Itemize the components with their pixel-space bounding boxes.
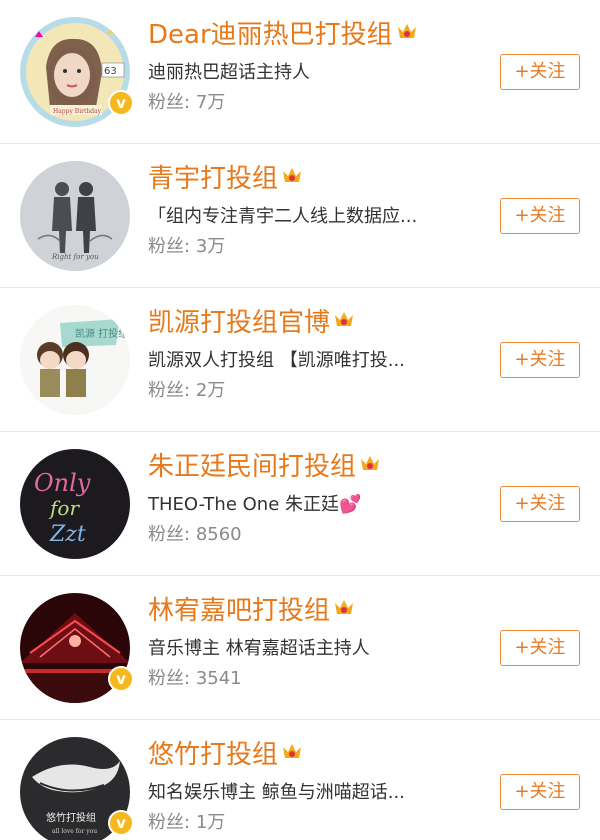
list-item[interactable]: Right for you 青宇打投组 「组内专注青宇二人线上数据应... 粉丝… [0, 144, 600, 288]
avatar-number-text: 63 [104, 66, 117, 77]
verified-badge: v [108, 810, 134, 836]
account-name[interactable]: Dear迪丽热巴打投组 [148, 18, 418, 52]
account-description: 音乐博主 林宥嘉超话主持人 [148, 638, 370, 659]
vip-crown-icon [283, 168, 302, 182]
avatar-word-2: for [48, 496, 80, 520]
account-list: 63 Happy Birthday v Dear迪丽热巴打投组 迪丽热巴超话主持… [0, 0, 600, 840]
list-item[interactable]: 悠竹打投组 all love for you v 悠竹打投组 知名娱乐博主 鲸鱼… [0, 720, 600, 840]
vip-crown-icon [335, 600, 354, 614]
account-description: 「组内专注青宇二人线上数据应... [148, 206, 418, 227]
avatar[interactable]: Only for Zzt [20, 449, 130, 559]
vip-crown-icon [283, 744, 302, 758]
account-description: THEO-The One 朱正廷💕 [148, 494, 362, 515]
verified-badge: v [108, 666, 134, 692]
fans-count: 粉丝: 8560 [148, 524, 242, 545]
list-item[interactable]: Only for Zzt 朱正廷民间打投组 THEO-The One 朱正廷💕 … [0, 432, 600, 576]
avatar-word-3: Zzt [49, 522, 86, 547]
vip-crown-icon [397, 24, 416, 38]
avatar-word-1: Only [34, 469, 91, 497]
fans-count: 粉丝: 2万 [148, 380, 226, 401]
fans-count: 粉丝: 3万 [148, 236, 226, 257]
vip-crown-icon [361, 456, 380, 470]
follow-button[interactable]: +关注 [500, 774, 580, 810]
follow-button[interactable]: +关注 [500, 630, 580, 666]
list-item[interactable]: 凯源 打投组 凯源打投组官博 凯源双人打投组 【凯源唯打投... 粉丝: 2万 … [0, 288, 600, 432]
fans-count: 粉丝: 1万 [148, 812, 226, 833]
avatar-caption: all love for you [52, 828, 97, 835]
avatar[interactable]: Right for you [20, 161, 130, 271]
avatar-flag-text: 凯源 打投组 [75, 327, 128, 340]
account-description: 知名娱乐博主 鲸鱼与洲喵超话... [148, 782, 405, 803]
follow-button[interactable]: +关注 [500, 342, 580, 378]
fans-count: 粉丝: 3541 [148, 668, 242, 689]
account-name[interactable]: 凯源打投组官博 [148, 306, 355, 340]
account-name[interactable]: 林宥嘉吧打投组 [148, 594, 355, 628]
account-description: 迪丽热巴超话主持人 [148, 62, 310, 83]
list-item[interactable]: 63 Happy Birthday v Dear迪丽热巴打投组 迪丽热巴超话主持… [0, 0, 600, 144]
avatar-caption: Right for you [51, 253, 99, 261]
follow-button[interactable]: +关注 [500, 198, 580, 234]
account-name[interactable]: 青宇打投组 [148, 162, 303, 196]
follow-button[interactable]: +关注 [500, 54, 580, 90]
avatar-birthday-text: Happy Birthday [53, 108, 102, 115]
pink-heart-icon: 💕 [339, 494, 362, 515]
account-name[interactable]: 悠竹打投组 [148, 738, 303, 772]
account-name[interactable]: 朱正廷民间打投组 [148, 450, 381, 484]
avatar-title: 悠竹打投组 [46, 811, 96, 824]
account-description: 凯源双人打投组 【凯源唯打投... [148, 350, 405, 371]
avatar-image: Only for Zzt [20, 449, 130, 559]
verified-badge: v [108, 90, 134, 116]
follow-button[interactable]: +关注 [500, 486, 580, 522]
avatar[interactable]: 凯源 打投组 [20, 305, 130, 415]
avatar-image: 凯源 打投组 [20, 305, 130, 415]
avatar-image: Right for you [20, 161, 130, 271]
list-item[interactable]: v 林宥嘉吧打投组 音乐博主 林宥嘉超话主持人 粉丝: 3541 +关注 [0, 576, 600, 720]
vip-crown-icon [335, 312, 354, 326]
fans-count: 粉丝: 7万 [148, 92, 226, 113]
